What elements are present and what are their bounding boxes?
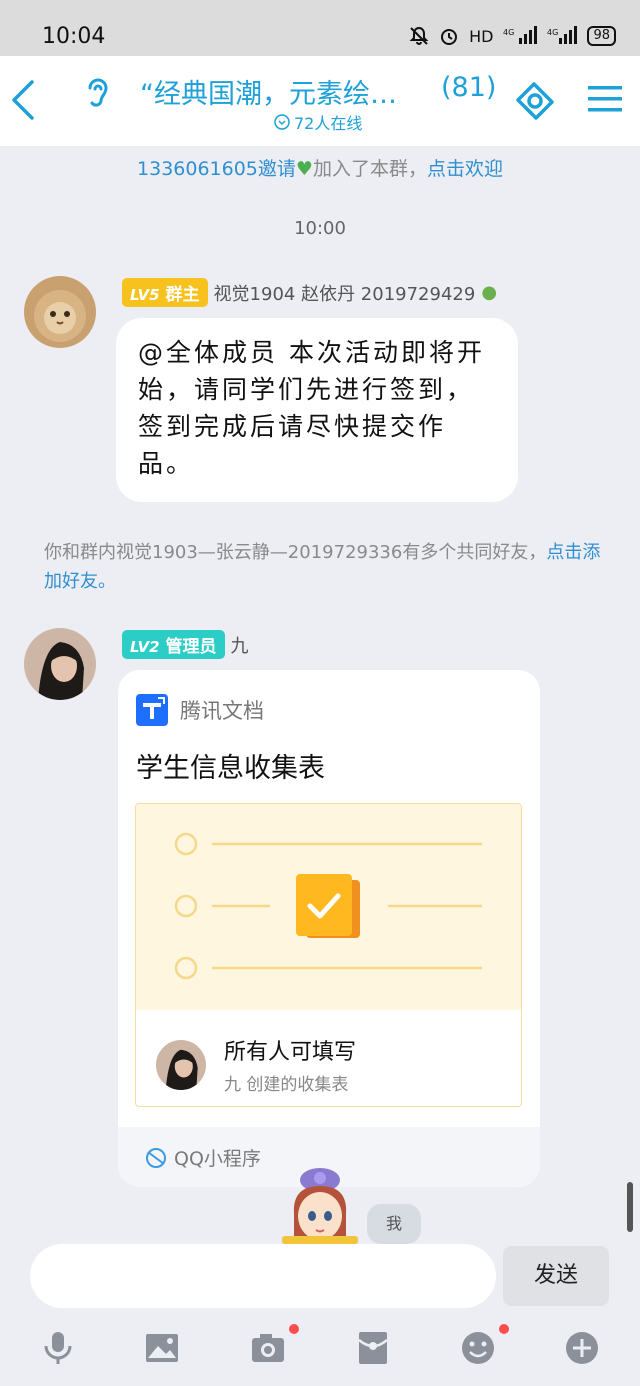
call-icon[interactable]: [512, 78, 558, 124]
signal-4g-icon: 4G: [503, 26, 538, 44]
message-bubble[interactable]: @全体成员 本次活动即将开始，请同学们先进行签到，签到完成后请尽快提交作品。: [116, 318, 518, 502]
notification-dot: [289, 1324, 299, 1334]
back-arrow-icon[interactable]: [10, 78, 36, 122]
status-icons: HD 4G 4G 98: [409, 26, 616, 46]
mini-program-icon: [146, 1147, 166, 1168]
heart-icon: ♥: [295, 158, 313, 180]
badge-level: LV2: [130, 638, 160, 656]
network-label: HD: [469, 26, 494, 46]
plus-icon[interactable]: [564, 1330, 600, 1366]
online-status: 72人在线: [274, 110, 362, 134]
message-time: 10:00: [294, 218, 346, 239]
sender-info: LV2 管理员 九: [122, 630, 249, 659]
scrollbar[interactable]: [627, 1182, 633, 1232]
sender-info: LV5 群主 视觉1904 赵依丹 2019729429 ●: [122, 278, 497, 307]
status-time: 10:04: [42, 24, 106, 49]
app-name: 腾讯文档: [180, 699, 264, 723]
mini-program-label: QQ小程序: [144, 1144, 261, 1171]
signal-4g-icon-2: 4G: [547, 26, 578, 44]
form-illustration: [136, 804, 521, 1010]
chat-header: “经典国潮，元素绘… (81) 72人在线: [0, 56, 640, 146]
camera-icon[interactable]: [250, 1330, 286, 1366]
form-preview: 所有人可填写 九 创建的收集表: [135, 803, 522, 1107]
badge-role: 管理员: [165, 637, 217, 657]
battery-indicator: 98: [587, 26, 616, 46]
doc-title: 学生信息收集表: [136, 753, 325, 784]
ear-icon[interactable]: [84, 74, 112, 114]
card-brand: 腾讯文档: [136, 694, 264, 726]
badge-level: LV5: [130, 286, 160, 304]
tencent-docs-icon: [136, 694, 168, 726]
mutual-friend-text: 你和群内视觉1903—张云静—2019729336有多个共同好友，: [44, 542, 547, 563]
sender-name[interactable]: 视觉1904 赵依丹 2019729429: [214, 280, 476, 306]
owner-badge: LV5 群主: [122, 278, 208, 307]
svg-text:4G: 4G: [547, 28, 558, 37]
menu-icon[interactable]: [588, 84, 622, 114]
self-cartoon-avatar[interactable]: [278, 1166, 362, 1244]
form-permission: 所有人可填写: [224, 1040, 357, 1065]
notification-dot: [499, 1324, 509, 1334]
image-icon[interactable]: [144, 1330, 180, 1366]
svg-text:4G: 4G: [503, 28, 514, 37]
form-creator: 九 创建的收集表: [224, 1075, 349, 1095]
avatar[interactable]: [24, 276, 96, 348]
gourd-icon: ●: [481, 282, 498, 303]
composer-toolbar: [0, 1324, 640, 1370]
message-input[interactable]: [30, 1244, 496, 1308]
cat-avatar-image: [24, 276, 96, 348]
avatar[interactable]: [24, 628, 96, 700]
mutual-friend-notice: 你和群内视觉1903—张云静—2019729336有多个共同好友，点击添加好友。: [44, 538, 604, 596]
creator-avatar: [156, 1040, 206, 1090]
mini-program-text: QQ小程序: [174, 1148, 261, 1170]
red-packet-icon[interactable]: [355, 1330, 391, 1366]
sender-name[interactable]: 九: [231, 632, 249, 658]
girl-avatar-image: [24, 628, 96, 700]
join-text: 加入了本群，: [312, 158, 427, 180]
self-label-bubble[interactable]: 我: [367, 1204, 421, 1244]
group-title[interactable]: “经典国潮，元素绘…: [140, 72, 397, 111]
alarm-icon: [441, 29, 458, 45]
mute-bell-icon: [409, 26, 429, 45]
welcome-link[interactable]: 点击欢迎: [427, 158, 503, 180]
send-button[interactable]: 发送: [503, 1246, 609, 1306]
badge-role: 群主: [165, 285, 200, 305]
chevron-circle-icon: [274, 114, 290, 130]
join-notice: 1336061605邀请♥加入了本群，点击欢迎: [0, 154, 640, 181]
inviter-text[interactable]: 1336061605邀请: [137, 158, 296, 180]
microphone-icon[interactable]: [40, 1330, 76, 1366]
status-bar: 10:04 HD 4G 4G 98: [0, 0, 640, 56]
tencent-doc-card[interactable]: 腾讯文档 学生信息收集表 所有人可填写 九 创建的收集表 QQ小程序: [118, 670, 540, 1187]
member-count: (81): [441, 72, 497, 103]
emoji-icon[interactable]: [460, 1330, 496, 1366]
online-count: 72人在线: [294, 114, 363, 133]
checklist-illustration: [174, 832, 482, 980]
admin-badge: LV2 管理员: [122, 630, 225, 659]
composer: 发送: [0, 1244, 640, 1386]
